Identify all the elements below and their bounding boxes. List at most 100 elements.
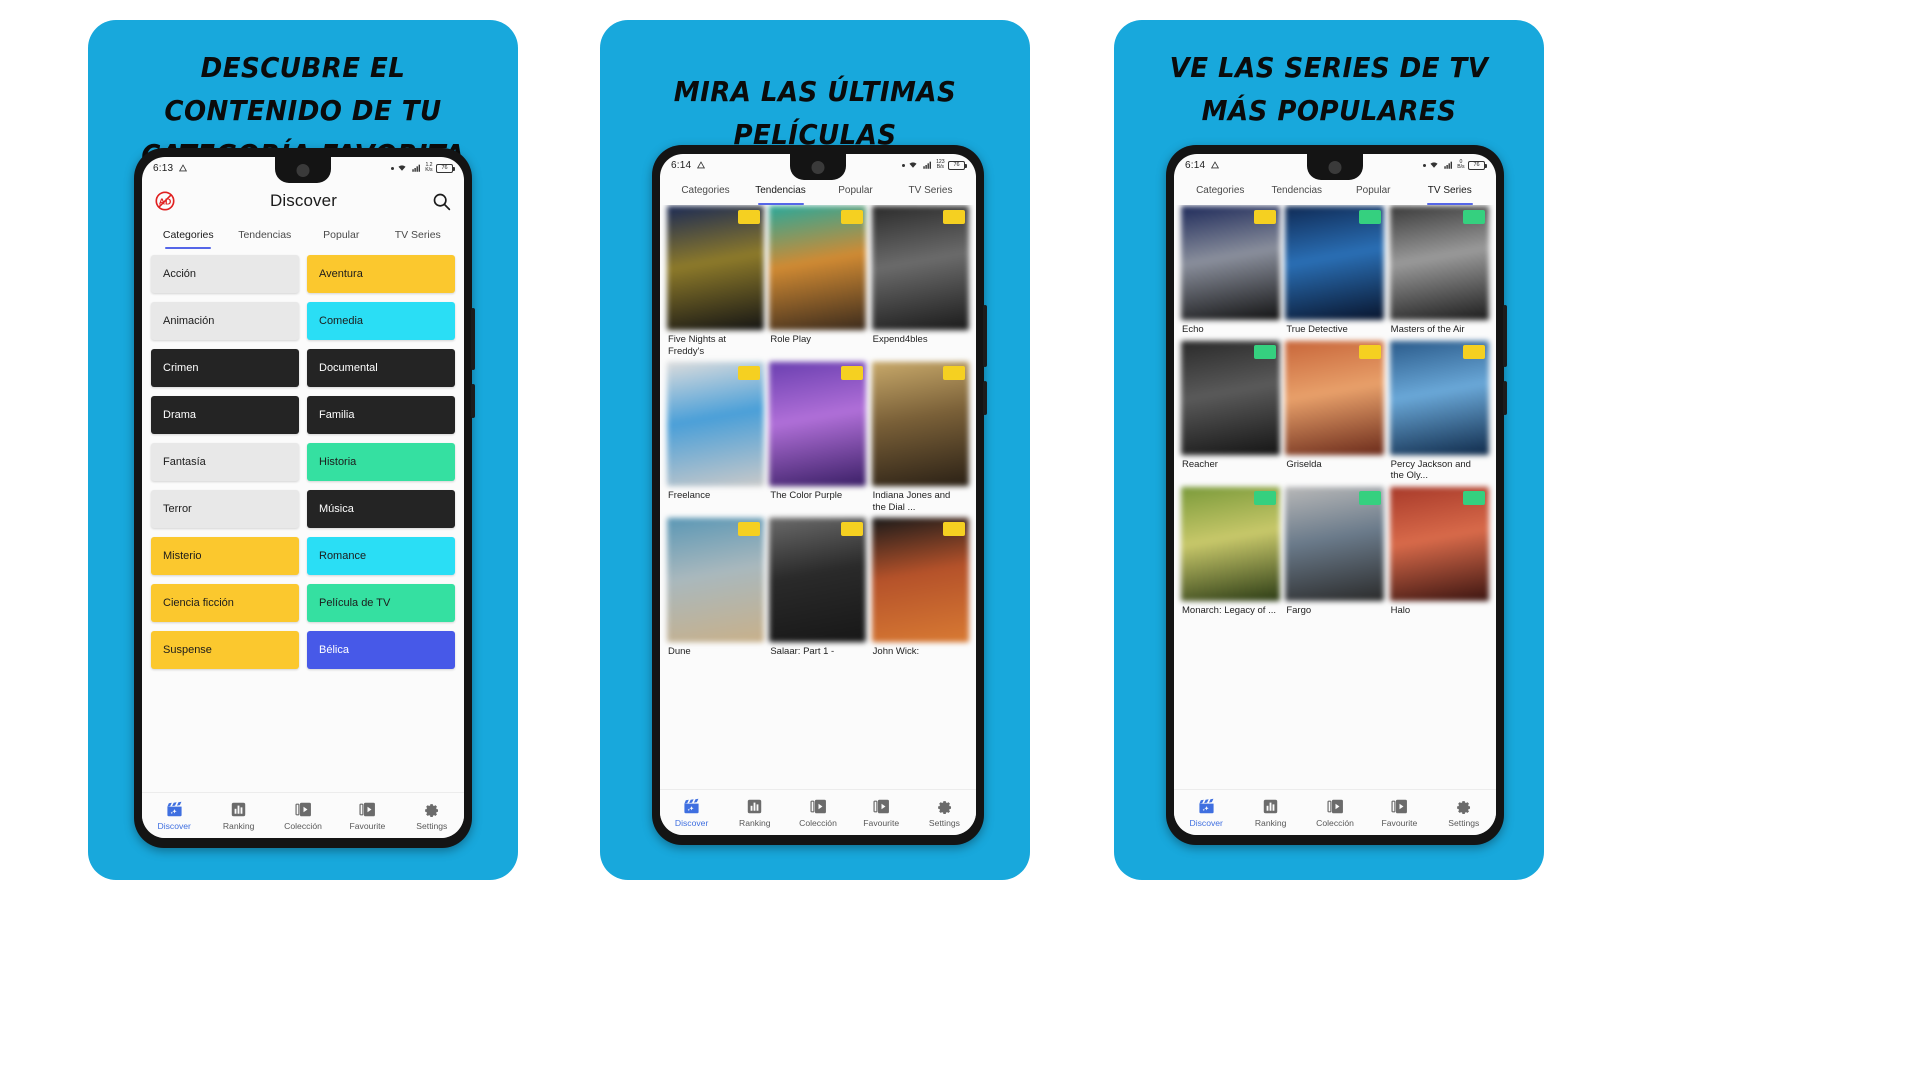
poster-card[interactable]: Five Nights at Freddy's [667,205,765,357]
nav-item-settings[interactable]: Settings [1432,798,1496,828]
category-chip[interactable]: Romance [307,537,455,575]
tab-tendencias[interactable]: Tendencias [743,185,818,205]
tab-tv-series[interactable]: TV Series [1412,185,1489,205]
poster-image-wrapper [871,205,969,331]
nav-item-ranking[interactable]: Ranking [206,801,270,831]
category-chip[interactable]: Historia [307,443,455,481]
nav-item-label: Discover [157,820,191,831]
category-chip[interactable]: Suspense [151,631,299,669]
tab-popular[interactable]: Popular [303,229,380,249]
tab-tendencias[interactable]: Tendencias [1259,185,1336,205]
poster-card[interactable]: Halo [1389,486,1489,617]
rating-badge [840,522,863,537]
tab-categories[interactable]: Categories [150,229,227,249]
poster-image-wrapper [1285,340,1385,455]
tv-series-grid[interactable]: Echo True Detective Masters of the Air Reac… [1174,205,1496,789]
poster-image-wrapper [1181,340,1281,455]
dot-icon [390,166,394,170]
phone-frame: 6:14 [1166,145,1507,845]
poster-card[interactable]: Role Play [769,205,867,357]
volume-button[interactable] [471,308,475,370]
category-list[interactable]: Acción Aventura Animación Comedia Crimen Docu… [142,249,464,792]
category-chip[interactable]: Drama [151,396,299,434]
app-bar: AD Discover [142,179,464,223]
nav-item-favourite[interactable]: Favourite [850,798,913,828]
nav-item-ranking[interactable]: Ranking [723,798,786,828]
poster-title: The Color Purple [770,490,843,502]
rating-badge [840,366,863,381]
dot-icon [1422,163,1426,167]
category-chip[interactable]: Acción [151,255,299,293]
poster-card[interactable]: Dune [667,518,765,658]
poster-title: Salaar: Part 1 - [770,646,835,658]
poster-card[interactable]: Indiana Jones and the Dial ... [871,361,969,513]
poster-card[interactable]: Monarch: Legacy of ... [1181,486,1281,617]
nav-item-favourite[interactable]: Favourite [335,801,399,831]
poster-card[interactable]: Reacher [1181,340,1281,482]
poster-card[interactable]: Echo [1181,205,1281,336]
volume-button[interactable] [1503,305,1507,367]
poster-image-wrapper [1389,486,1489,601]
poster-card[interactable]: Percy Jackson and the Oly... [1389,340,1489,482]
category-chip[interactable]: Ciencia ficción [151,584,299,622]
poster-image-wrapper [769,361,867,487]
movie-grid[interactable]: Five Nights at Freddy's Role Play Expend4b… [660,205,976,789]
nav-item-ranking[interactable]: Ranking [1238,798,1302,828]
poster-card[interactable]: Expend4bles [871,205,969,357]
power-button[interactable] [1503,381,1507,415]
category-chip[interactable]: Película de TV [307,584,455,622]
nav-item-label: Settings [416,820,448,831]
category-chip[interactable]: Fantasía [151,443,299,481]
nav-item-coleccin[interactable]: Colección [271,801,335,831]
tab-tv-series[interactable]: TV Series [380,229,457,249]
network-rate-indicator: 0 B/s [1457,158,1465,170]
poster-card[interactable]: John Wick: [871,518,969,658]
poster-card[interactable]: Masters of the Air [1389,205,1489,336]
nav-item-discover[interactable]: Discover [142,801,206,831]
poster-card[interactable]: Freelance [667,361,765,513]
tab-popular[interactable]: Popular [1335,185,1412,205]
power-button[interactable] [471,384,475,418]
ad-block-icon[interactable]: AD [154,190,176,212]
category-chip[interactable]: Comedia [307,302,455,340]
poster-artwork [871,205,969,331]
category-chip[interactable]: Terror [151,490,299,528]
poster-card[interactable]: Griselda [1285,340,1385,482]
nav-item-coleccin[interactable]: Colección [786,798,849,828]
poster-card[interactable]: True Detective [1285,205,1385,336]
poster-card[interactable]: Fargo [1285,486,1385,617]
tab-tendencias[interactable]: Tendencias [227,229,304,249]
tab-tv-series[interactable]: TV Series [893,185,968,205]
nav-item-settings[interactable]: Settings [913,798,976,828]
volume-button[interactable] [983,305,987,367]
rating-badge [1254,490,1277,505]
poster-image-wrapper [1389,340,1489,455]
bar-chart-icon [746,798,763,815]
clapperboard-icon [683,798,700,815]
nav-item-settings[interactable]: Settings [400,801,464,831]
category-chip[interactable]: Aventura [307,255,455,293]
nav-item-discover[interactable]: Discover [1174,798,1238,828]
slide-categories: Descubre el contenido de tu categoría fa… [88,20,518,880]
category-chip[interactable]: Música [307,490,455,528]
tab-categories[interactable]: Categories [1182,185,1259,205]
poster-title: Reacher [1182,458,1218,470]
nav-item-discover[interactable]: Discover [660,798,723,828]
poster-card[interactable]: The Color Purple [769,361,867,513]
search-icon[interactable] [431,191,452,212]
status-bar-left: 6:14 [1185,160,1220,171]
tab-popular[interactable]: Popular [818,185,893,205]
tab-categories[interactable]: Categories [668,185,743,205]
category-chip[interactable]: Animación [151,302,299,340]
category-chip[interactable]: Misterio [151,537,299,575]
category-chip[interactable]: Documental [307,349,455,387]
category-chip[interactable]: Familia [307,396,455,434]
poster-image-wrapper [1181,205,1281,321]
nav-item-favourite[interactable]: Favourite [1367,798,1431,828]
nav-item-coleccin[interactable]: Colección [1303,798,1367,828]
category-chip[interactable]: Bélica [307,631,455,669]
poster-card[interactable]: Salaar: Part 1 - [769,518,867,658]
power-button[interactable] [983,381,987,415]
category-chip[interactable]: Crimen [151,349,299,387]
bar-chart-icon [1262,798,1279,815]
